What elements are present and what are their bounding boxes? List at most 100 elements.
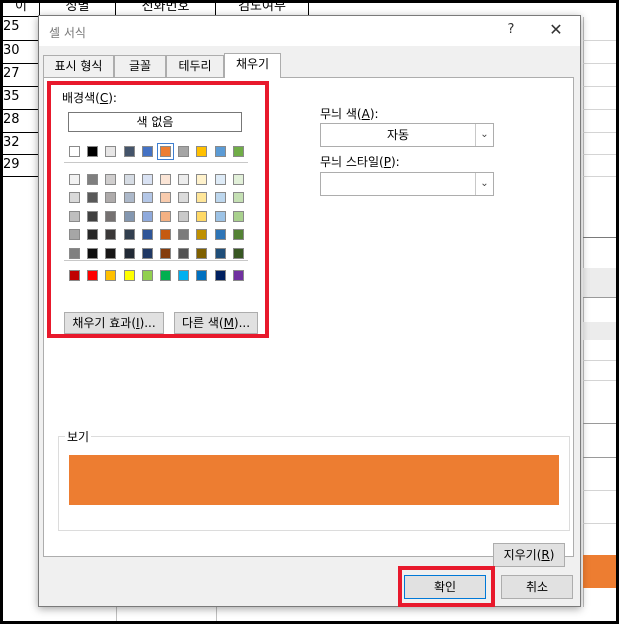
color-swatch[interactable] [160,174,171,185]
chevron-down-icon[interactable]: ⌄ [475,173,493,195]
color-swatch[interactable] [87,146,98,157]
pattern-style-select[interactable]: ⌄ [320,172,494,196]
color-swatch[interactable] [157,143,174,160]
row-value[interactable]: 35 [3,89,23,104]
color-swatch[interactable] [87,270,98,281]
color-swatch[interactable] [124,192,135,203]
color-swatch[interactable] [215,146,226,157]
color-swatch[interactable] [196,192,207,203]
color-swatch[interactable] [160,270,171,281]
color-swatch[interactable] [105,174,116,185]
color-swatch[interactable] [215,192,226,203]
color-swatch[interactable] [87,248,98,259]
tab-font[interactable]: 글꼴 [114,55,166,77]
color-swatch[interactable] [178,248,189,259]
header-cell[interactable]: 이 [3,0,40,17]
color-swatch[interactable] [178,174,189,185]
color-swatch[interactable] [178,270,189,281]
color-swatch[interactable] [124,211,135,222]
color-swatch[interactable] [69,211,80,222]
row-value[interactable]: 32 [3,135,23,150]
color-swatch[interactable] [160,248,171,259]
row-value[interactable]: 25 [3,19,23,34]
row-value[interactable]: 27 [3,66,23,81]
more-colors-button[interactable]: 다른 색(M)... [174,312,258,334]
color-swatch[interactable] [142,146,153,157]
dialog-titlebar[interactable]: 셀 서식 ? ✕ [39,16,580,46]
close-button[interactable]: ✕ [544,20,568,42]
color-swatch[interactable] [124,146,135,157]
color-swatch[interactable] [124,174,135,185]
color-swatch[interactable] [69,146,80,157]
color-swatch[interactable] [196,270,207,281]
color-swatch[interactable] [178,229,189,240]
color-swatch[interactable] [196,174,207,185]
color-swatch[interactable] [69,248,80,259]
tab-number-format[interactable]: 표시 형식 [43,55,114,77]
color-swatch[interactable] [215,211,226,222]
color-swatch[interactable] [160,229,171,240]
color-swatch[interactable] [142,248,153,259]
color-swatch[interactable] [69,174,80,185]
tab-fill[interactable]: 채우기 [224,53,281,78]
ok-button[interactable]: 확인 [404,575,486,599]
color-swatch[interactable] [178,211,189,222]
color-swatch[interactable] [233,248,244,259]
color-swatch[interactable] [215,248,226,259]
color-swatch[interactable] [233,270,244,281]
color-swatch[interactable] [105,192,116,203]
color-swatch[interactable] [160,211,171,222]
color-swatch[interactable] [105,229,116,240]
color-swatch[interactable] [178,192,189,203]
color-swatch[interactable] [124,248,135,259]
help-button[interactable]: ? [501,22,521,42]
color-swatch[interactable] [196,146,207,157]
color-swatch[interactable] [124,229,135,240]
gridline [583,490,616,491]
fill-effects-button[interactable]: 채우기 효과(I)... [64,312,164,334]
color-swatch[interactable] [233,146,244,157]
color-swatch[interactable] [105,211,116,222]
color-swatch[interactable] [215,174,226,185]
color-swatch[interactable] [233,192,244,203]
color-swatch[interactable] [87,211,98,222]
color-swatch[interactable] [233,211,244,222]
palette-divider [64,260,248,261]
color-swatch[interactable] [105,248,116,259]
row-value[interactable]: 30 [3,43,23,58]
color-swatch[interactable] [160,192,171,203]
color-swatch[interactable] [196,248,207,259]
orange-filled-cell[interactable] [583,555,616,588]
tab-border[interactable]: 테두리 [166,55,224,77]
color-swatch[interactable] [233,174,244,185]
color-swatch[interactable] [215,229,226,240]
no-color-button[interactable]: 색 없음 [68,112,242,132]
color-swatch[interactable] [196,229,207,240]
row-value[interactable]: 28 [3,112,23,127]
color-swatch[interactable] [87,229,98,240]
color-swatch[interactable] [87,174,98,185]
color-swatch[interactable] [233,229,244,240]
gridline [583,360,616,361]
color-swatch[interactable] [142,229,153,240]
chevron-down-icon[interactable]: ⌄ [475,124,493,146]
color-swatch[interactable] [69,192,80,203]
row-value[interactable]: 29 [3,157,23,172]
clear-button[interactable]: 지우기(R) [493,543,565,567]
pattern-color-select[interactable]: 자동 ⌄ [320,123,494,147]
color-swatch[interactable] [178,146,189,157]
color-swatch[interactable] [87,192,98,203]
color-swatch[interactable] [142,174,153,185]
color-swatch[interactable] [196,211,207,222]
color-swatch[interactable] [105,146,116,157]
color-swatch[interactable] [142,192,153,203]
sample-label: 보기 [65,428,92,445]
color-swatch[interactable] [69,229,80,240]
color-swatch[interactable] [69,270,80,281]
color-swatch[interactable] [215,270,226,281]
color-swatch[interactable] [105,270,116,281]
color-swatch[interactable] [142,211,153,222]
color-swatch[interactable] [124,270,135,281]
cancel-button[interactable]: 취소 [501,575,573,599]
color-swatch[interactable] [142,270,153,281]
